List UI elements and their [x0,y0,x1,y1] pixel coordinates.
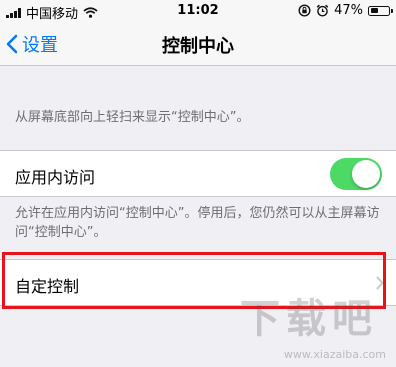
access-within-apps-footer: 允许在应用内访问“控制中心”。停用后，您仍然可以从主屏幕访问“控制中心”。 [15,206,380,240]
toggle-knob [352,160,380,188]
access-within-apps-label: 应用内访问 [15,168,96,187]
watermark: 下载吧 www.xiazaiba.com [240,297,388,361]
access-within-apps-toggle[interactable] [330,158,382,190]
battery-percent: 47% [334,3,363,18]
status-right: 47% [298,3,393,18]
customize-controls-label: 自定控制 [15,277,80,296]
rotation-lock-icon [298,4,311,17]
watermark-site: www.xiazaiba.com [283,348,386,361]
page-title: 控制中心 [162,36,234,57]
watermark-logo: 下载吧 [240,296,378,342]
status-bar: 中国移动 11:02 47% [0,0,396,22]
alarm-icon [316,4,329,17]
battery-icon [368,5,393,16]
navigation-bar: 设置 控制中心 [0,22,396,66]
chevron-right-icon [376,276,384,290]
access-within-apps-row: 应用内访问 [0,150,396,197]
section-hint: 从屏幕底部向上轻扫来显示“控制中心”。 [15,110,250,125]
